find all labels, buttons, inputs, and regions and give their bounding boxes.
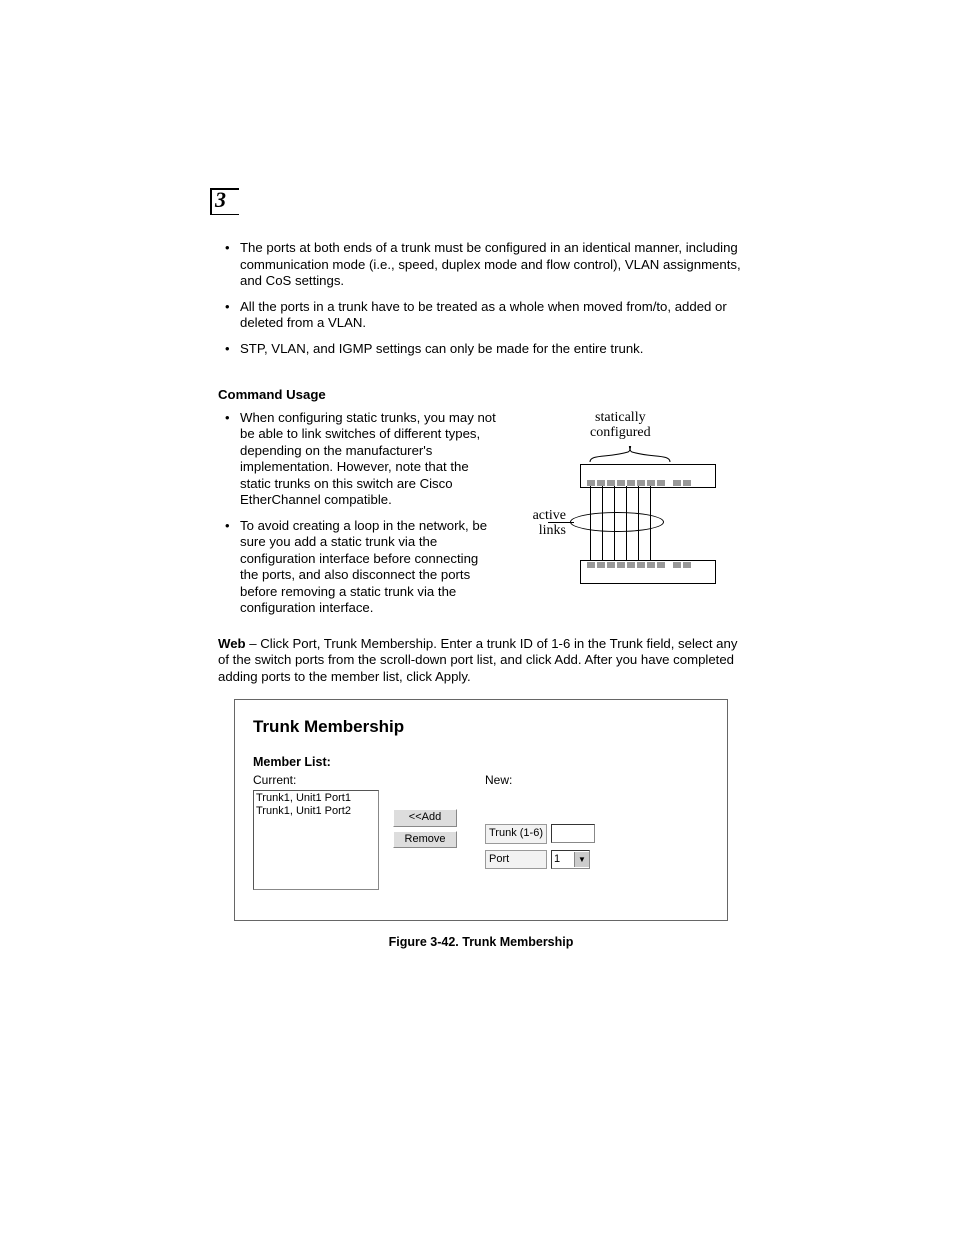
intro-bullet-list: The ports at both ends of a trunk must b… (218, 240, 744, 357)
label-line: links (539, 523, 566, 538)
port-dropdown[interactable]: 1 ▼ (551, 850, 590, 869)
active-leader-line (548, 522, 574, 523)
list-item: STP, VLAN, and IGMP settings can only be… (218, 341, 744, 358)
member-listbox[interactable]: Trunk1, Unit1 Port1 Trunk1, Unit1 Port2 (253, 790, 379, 890)
port-field-label: Port (485, 850, 547, 870)
switch-top (580, 464, 716, 488)
port-field-row: Port 1 ▼ (485, 850, 709, 870)
trunk-input[interactable] (551, 824, 595, 843)
button-column: <<Add Remove (383, 773, 479, 890)
label-line: statically (595, 410, 646, 425)
list-item[interactable]: Trunk1, Unit1 Port2 (256, 805, 376, 818)
usage-row: When configuring static trunks, you may … (218, 410, 744, 626)
figure-caption: Figure 3-42. Trunk Membership (218, 935, 744, 951)
remove-button[interactable]: Remove (393, 831, 457, 849)
brace-icon (588, 446, 672, 464)
label-line: configured (590, 425, 651, 440)
link-bundle-ellipse (570, 512, 664, 532)
switch-ports (587, 562, 691, 568)
new-column: New: Trunk (1-6) Port 1 ▼ (479, 773, 709, 890)
web-instructions: Web – Click Port, Trunk Membership. Ente… (218, 636, 744, 686)
member-list-label: Member List: (253, 755, 709, 771)
list-item: The ports at both ends of a trunk must b… (218, 240, 744, 290)
screenshot-frame: Trunk Membership Member List: Current: T… (234, 699, 728, 921)
trunk-field-label: Trunk (1-6) (485, 824, 547, 844)
usage-right-column: statically configured (510, 410, 744, 626)
active-links-label: active links (510, 508, 566, 539)
current-label: Current: (253, 773, 383, 788)
trunk-field-row: Trunk (1-6) (485, 824, 709, 844)
screenshot-content: Trunk Membership Member List: Current: T… (235, 700, 727, 920)
current-column: Current: Trunk1, Unit1 Port1 Trunk1, Uni… (253, 773, 383, 890)
panel-title: Trunk Membership (253, 716, 709, 737)
web-lead: Web (218, 636, 246, 651)
label-line: active (533, 508, 566, 523)
add-button[interactable]: <<Add (393, 809, 457, 827)
usage-bullet-list: When configuring static trunks, you may … (218, 410, 498, 617)
section-heading: Command Usage (218, 387, 744, 404)
web-text: – Click Port, Trunk Membership. Enter a … (218, 636, 737, 684)
chevron-down-icon[interactable]: ▼ (574, 852, 589, 867)
list-item[interactable]: Trunk1, Unit1 Port1 (256, 792, 376, 805)
panel-layout: Current: Trunk1, Unit1 Port1 Trunk1, Uni… (253, 773, 709, 890)
chapter-number-badge: 3 (210, 188, 239, 215)
new-label: New: (485, 773, 709, 788)
port-dropdown-value: 1 (552, 853, 574, 867)
static-config-label: statically configured (590, 410, 651, 441)
list-item: To avoid creating a loop in the network,… (218, 518, 498, 617)
list-item: All the ports in a trunk have to be trea… (218, 299, 744, 332)
switch-bottom (580, 560, 716, 584)
list-item: When configuring static trunks, you may … (218, 410, 498, 509)
trunk-diagram: statically configured (510, 410, 720, 600)
document-page: 3 The ports at both ends of a trunk must… (0, 0, 954, 1235)
usage-left-column: When configuring static trunks, you may … (218, 410, 498, 626)
